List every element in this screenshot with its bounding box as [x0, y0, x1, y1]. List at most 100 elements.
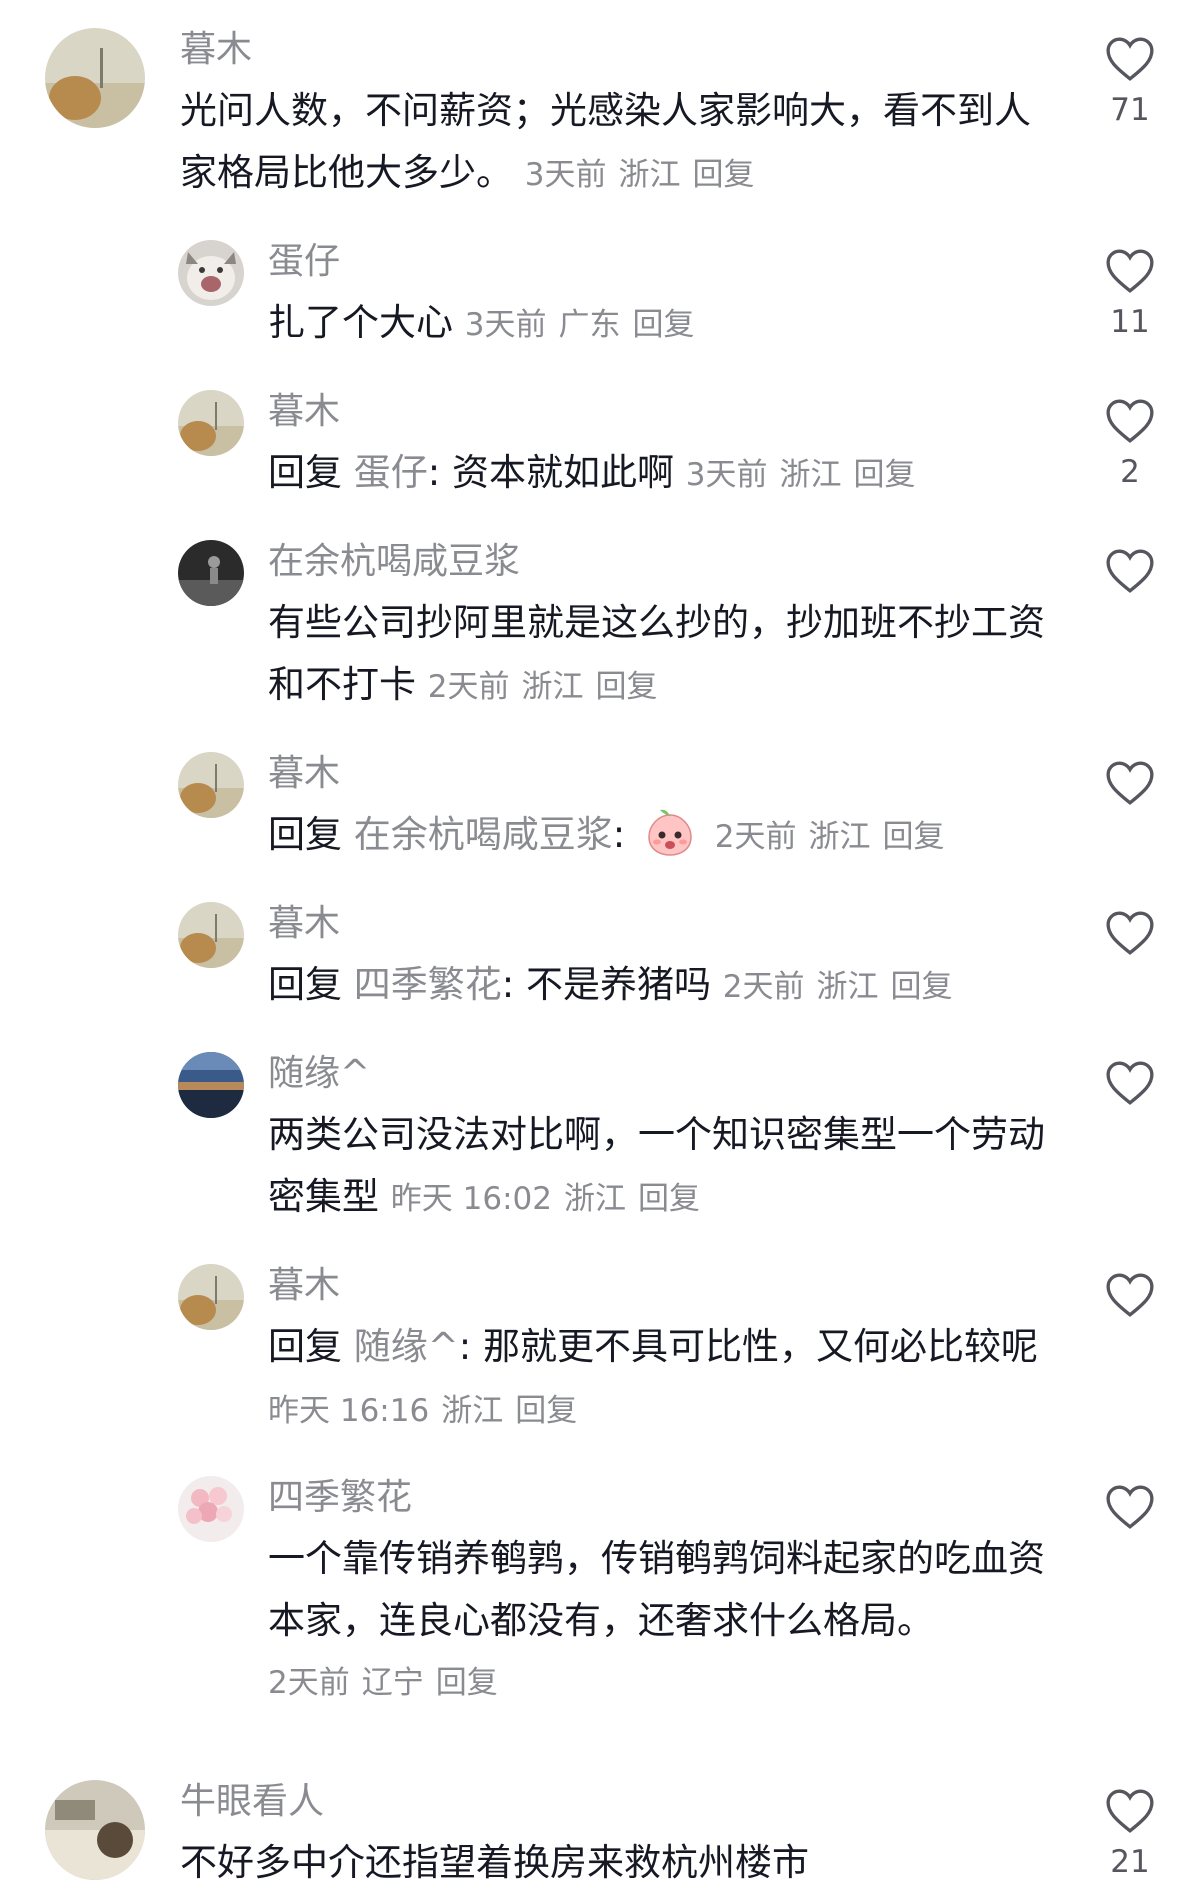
comment-text-block: 回复 蛋仔: 资本就如此啊 3天前 浙江 回复: [268, 442, 1058, 506]
comment-text: 不好多中介还指望着换房来救杭州楼市: [180, 1841, 809, 1884]
comment-location: 浙江: [808, 819, 871, 855]
heart-outline-icon: [1106, 37, 1154, 81]
comment-text-block: 有些公司抄阿里就是这么抄的，抄加班不抄工资和不打卡 2天前 浙江 回复: [268, 592, 1058, 718]
comment-location: 广东: [558, 307, 621, 343]
reply-item: 暮木 回复 在余杭喝咸豆浆: 2天前 浙江 回复: [0, 752, 1200, 862]
comment-text: : 不是养猪吗: [501, 963, 711, 1006]
like-count: 11: [1110, 304, 1150, 340]
comment-text-block: 光问人数，不问薪资；光感染人家影响大，看不到人家格局比他大多少。 3天前 浙江 回复: [180, 80, 1050, 206]
comment-text: : 资本就如此啊: [427, 451, 674, 494]
comment-location: 浙江: [441, 1393, 504, 1429]
comment-time: 昨天 16:02: [390, 1181, 552, 1217]
comment-username[interactable]: 暮木: [268, 390, 340, 434]
like-count: [1100, 816, 1160, 852]
like-button[interactable]: 2: [1100, 390, 1160, 490]
heart-outline-icon: [1106, 549, 1154, 593]
comment-meta: 2天前 浙江 回复: [428, 669, 670, 705]
comment-time: 2天前: [722, 969, 805, 1005]
heart-outline-icon: [1106, 1273, 1154, 1317]
comment-username[interactable]: 在余杭喝咸豆浆: [268, 540, 520, 584]
avatar[interactable]: [178, 240, 244, 306]
comment-meta: 2天前 浙江 回复: [715, 819, 957, 855]
comment-username[interactable]: 蛋仔: [268, 240, 340, 284]
avatar[interactable]: [45, 1780, 145, 1880]
comment-location: 浙江: [779, 457, 842, 493]
comment-username[interactable]: 暮木: [268, 1264, 340, 1308]
comment-location: 浙江: [521, 669, 584, 705]
avatar[interactable]: [178, 1476, 244, 1542]
avatar[interactable]: [178, 390, 244, 456]
heart-outline-icon: [1106, 761, 1154, 805]
comment-username[interactable]: 暮木: [180, 28, 252, 72]
reply-item: 在余杭喝咸豆浆 有些公司抄阿里就是这么抄的，抄加班不抄工资和不打卡 2天前 浙江回…: [0, 540, 1200, 710]
like-count: [1100, 966, 1160, 1002]
comment-location: 辽宁: [361, 1665, 424, 1701]
avatar[interactable]: [178, 902, 244, 968]
like-button[interactable]: 71: [1100, 28, 1160, 128]
comment-item: 牛眼看人 不好多中介还指望着换房来救杭州楼市 21: [0, 1780, 1200, 1893]
like-button[interactable]: 11: [1100, 240, 1160, 340]
reply-button[interactable]: 回复: [515, 1393, 577, 1429]
comment-item: 暮木 光问人数，不问薪资；光感染人家影响大，看不到人家格局比他大多少。 3天前浙…: [0, 28, 1200, 194]
comment-username[interactable]: 暮木: [268, 902, 340, 946]
reply-prefix: 回复: [268, 451, 342, 494]
comment-meta: 2天前 浙江 回复: [723, 969, 965, 1005]
reply-button[interactable]: 回复: [891, 969, 953, 1005]
reply-button[interactable]: 回复: [633, 307, 695, 343]
like-button[interactable]: [1100, 1476, 1160, 1576]
reply-button[interactable]: 回复: [596, 669, 658, 705]
comment-location: 浙江: [563, 1181, 626, 1217]
avatar[interactable]: [178, 1052, 244, 1118]
comment-text-block: 一个靠传销养鹌鹑，传销鹌鹑饲料起家的吃血资本家，连良心都没有，还奢求什么格局。 …: [268, 1528, 1058, 1714]
heart-outline-icon: [1106, 1789, 1154, 1833]
reply-to-username[interactable]: 在余杭喝咸豆浆: [354, 813, 613, 856]
comment-time: 2天前: [427, 669, 510, 705]
comment-text-block: 不好多中介还指望着换房来救杭州楼市: [180, 1832, 1050, 1893]
comment-username[interactable]: 牛眼看人: [180, 1780, 324, 1824]
reply-item: 暮木 回复 蛋仔: 资本就如此啊 3天前 浙江 回复 2: [0, 390, 1200, 500]
comment-username[interactable]: 随缘^: [268, 1052, 370, 1096]
like-count: 21: [1110, 1844, 1150, 1880]
comment-location: 浙江: [618, 157, 681, 193]
reply-button[interactable]: 回复: [693, 157, 755, 193]
reply-button[interactable]: 回复: [883, 819, 945, 855]
comment-time: 3天前: [524, 157, 607, 193]
avatar[interactable]: [178, 540, 244, 606]
like-button[interactable]: 21: [1100, 1780, 1160, 1880]
comment-meta: 昨天 16:16 浙江 回复: [268, 1393, 589, 1429]
reply-prefix: 回复: [268, 963, 342, 1006]
comment-text: :: [612, 813, 626, 856]
reply-prefix: 回复: [268, 813, 342, 856]
reply-button[interactable]: 回复: [436, 1665, 498, 1701]
comment-time: 2天前: [268, 1665, 350, 1701]
reply-button[interactable]: 回复: [854, 457, 916, 493]
avatar[interactable]: [178, 752, 244, 818]
like-button[interactable]: [1100, 902, 1160, 1002]
like-count: 2: [1120, 454, 1140, 490]
like-button[interactable]: [1100, 752, 1160, 852]
comment-text-block: 回复 四季繁花: 不是养猪吗 2天前 浙江 回复: [268, 954, 1058, 1018]
avatar[interactable]: [45, 28, 145, 128]
comment-text-block: 两类公司没法对比啊，一个知识密集型一个劳动密集型 昨天 16:02 浙江 回复: [268, 1104, 1058, 1230]
comment-username[interactable]: 四季繁花: [268, 1476, 412, 1520]
comment-username[interactable]: 暮木: [268, 752, 340, 796]
comment-text: 一个靠传销养鹌鹑，传销鹌鹑饲料起家的吃血资本家，连良心都没有，还奢求什么格局。: [268, 1537, 1045, 1642]
avatar[interactable]: [178, 1264, 244, 1330]
reply-item: 四季繁花 一个靠传销养鹌鹑，传销鹌鹑饲料起家的吃血资本家，连良心都没有，还奢求什…: [0, 1476, 1200, 1706]
comment-text: 扎了个大心: [268, 301, 453, 344]
comment-time: 2天前: [714, 819, 797, 855]
comment-time: 3天前: [464, 307, 547, 343]
reply-button[interactable]: 回复: [638, 1181, 700, 1217]
like-button[interactable]: [1100, 1264, 1160, 1364]
like-count: [1100, 1328, 1160, 1364]
like-button[interactable]: [1100, 540, 1160, 640]
like-button[interactable]: [1100, 1052, 1160, 1152]
comment-time: 3天前: [685, 457, 768, 493]
comment-meta: 2天前 辽宁 回复: [268, 1652, 1058, 1714]
heart-outline-icon: [1106, 249, 1154, 293]
reply-to-username[interactable]: 四季繁花: [354, 963, 502, 1006]
peach-face-emoji-icon: [645, 807, 695, 857]
reply-to-username[interactable]: 蛋仔: [354, 451, 428, 494]
reply-to-username[interactable]: 随缘^: [354, 1325, 459, 1368]
like-count: [1100, 1540, 1160, 1576]
